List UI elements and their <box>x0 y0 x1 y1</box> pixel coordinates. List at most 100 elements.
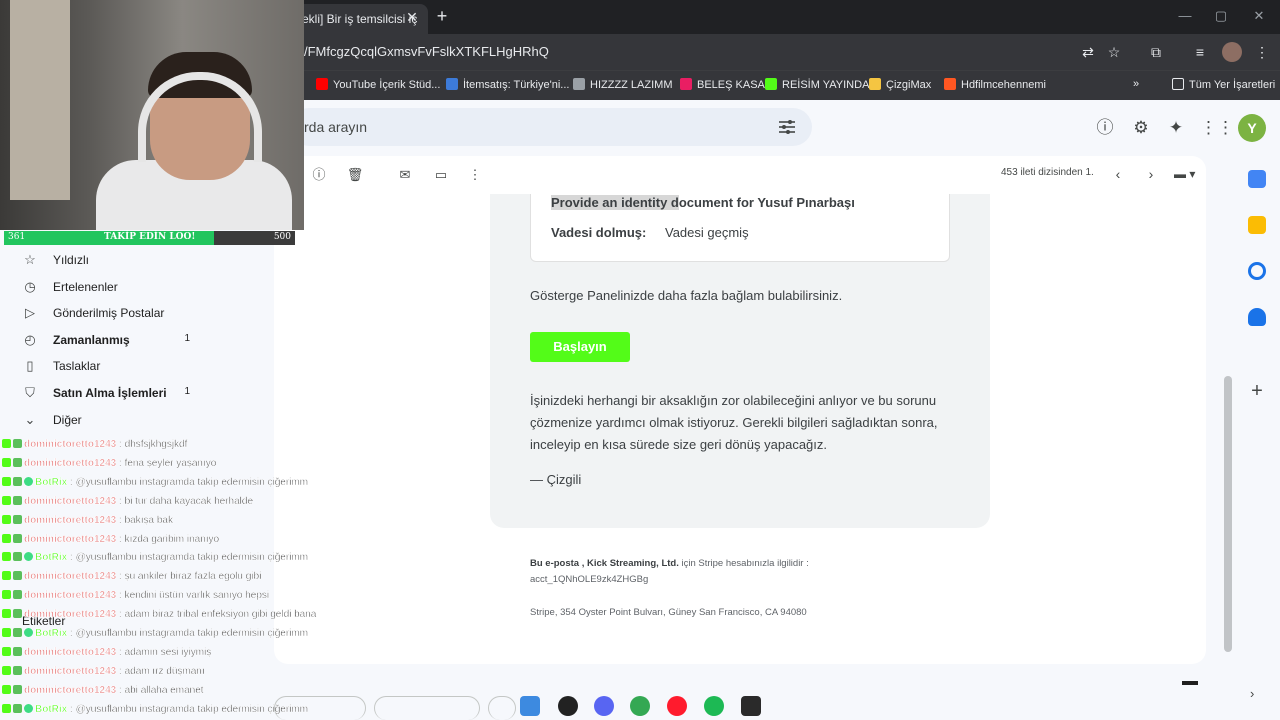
bottom-chip-1[interactable] <box>274 696 366 720</box>
chrome-icon[interactable] <box>630 696 650 716</box>
account-avatar[interactable]: Y <box>1238 114 1266 142</box>
sidebar-item[interactable]: ▯ Taslaklar <box>18 354 200 380</box>
due-label: Vadesi dolmuş: <box>551 225 647 240</box>
chat-text: : dhsfsjkhgsjkdf <box>119 439 188 450</box>
start-button[interactable]: Başlayın <box>530 332 630 362</box>
chat-text: : @yusuflambu instagramda takip edermisi… <box>70 552 309 564</box>
media-control-icon[interactable]: ≡ <box>1190 42 1210 62</box>
sidebar-item-label: Gönderilmiş Postalar <box>53 306 165 321</box>
bottom-chip-3[interactable] <box>488 696 516 720</box>
older-chevron-icon[interactable]: › <box>1143 165 1159 183</box>
webcam-overlay <box>0 0 304 230</box>
discord-icon[interactable] <box>594 696 614 716</box>
sidebar-item[interactable]: ◴ Zamanlanmış 1 <box>18 328 200 354</box>
sidebar-item-label: Yıldızlı <box>53 253 90 267</box>
chat-message: BotRix : @yusuflambu instagramda takip e… <box>2 552 308 566</box>
sidebar-item-count: 1 <box>184 332 190 344</box>
scrollbar[interactable] <box>1224 196 1232 652</box>
all-bookmarks-label: Tüm Yer İşaretleri <box>1189 79 1276 91</box>
bookmark-star-icon[interactable]: ☆ <box>1104 42 1124 62</box>
bookmark-item[interactable]: HIZZZZ LAZIMM <box>573 78 673 91</box>
minimize-icon[interactable]: — <box>1170 6 1200 26</box>
new-tab-icon[interactable]: + <box>432 6 452 26</box>
contacts-icon[interactable] <box>1248 308 1266 326</box>
add-addon-icon[interactable]: + <box>1248 381 1266 401</box>
task-title-highlight: Provide an identity d <box>551 195 679 210</box>
bookmark-item[interactable]: REİSİM YAYINDA <box>765 78 869 91</box>
opera-icon[interactable] <box>667 696 687 716</box>
chat-username: BotRix <box>35 628 68 640</box>
apps-grid-icon[interactable]: ⋮⋮ <box>1200 116 1234 140</box>
chat-message: BotRix : @yusuflambu instagramda takip e… <box>2 628 308 642</box>
windows-start-icon[interactable] <box>520 696 540 716</box>
search-options-icon[interactable] <box>776 116 798 138</box>
sidebar-item[interactable]: ▷ Gönderilmiş Postalar <box>18 301 200 327</box>
chat-text: : bakışa bak <box>119 514 173 526</box>
bookmarks-overflow-icon[interactable]: » <box>1133 78 1139 90</box>
search-bar[interactable]: rda arayın <box>290 108 812 146</box>
verified-bot-icon <box>24 628 33 637</box>
maximize-icon[interactable]: ▢ <box>1206 6 1236 26</box>
bookmark-favicon-icon <box>869 78 881 90</box>
more-options-icon[interactable]: ⋮ <box>466 166 484 184</box>
email-panel: ⓘ 🗑 ✉ ▭ ⋮ 453 ileti dizisinden 1. ‹ › ▬ … <box>274 156 1206 664</box>
profile-avatar[interactable] <box>1222 42 1242 62</box>
bookmark-item[interactable]: Hdfilmcehennemi <box>944 78 1046 91</box>
epic-games-icon[interactable] <box>741 696 761 716</box>
bookmark-item[interactable]: BELEŞ KASA <box>680 78 765 91</box>
chat-username: dominictoretto1243 <box>24 439 117 451</box>
move-to-icon[interactable]: ▭ <box>432 166 450 184</box>
bookmark-item[interactable]: İtemsatış: Türkiye'ni... <box>446 78 569 91</box>
sidebar-item[interactable]: ⛉ Satın Alma İşlemleri 1 <box>18 381 200 407</box>
kick-badge-icon <box>2 457 11 467</box>
chat-username: dominictoretto1243 <box>24 457 117 470</box>
chat-message: dominictoretto1243 : adam ırz düşmanı <box>2 665 205 680</box>
bookmark-item[interactable]: YouTube İçerik Stüd... <box>316 78 440 91</box>
subscriber-badge-icon <box>13 439 22 448</box>
report-spam-icon[interactable]: ⓘ <box>310 166 328 184</box>
sidebar-item[interactable]: ◷ Ertelenenler <box>18 275 200 301</box>
side-apps-panel: + <box>1236 156 1280 720</box>
chat-message: BotRix : @yusuflambu instagramda takip e… <box>2 476 308 491</box>
bottom-chip-2[interactable] <box>374 696 480 720</box>
follow-count: 361 <box>8 232 26 242</box>
extensions-icon[interactable]: ⧉ <box>1146 42 1166 62</box>
search-input[interactable]: rda arayın <box>304 119 367 135</box>
delete-icon[interactable]: 🗑 <box>346 166 364 184</box>
subscriber-badge-icon <box>13 552 22 562</box>
obs-icon[interactable] <box>558 696 578 716</box>
newer-chevron-icon[interactable]: ‹ <box>1110 165 1126 183</box>
webcam-door <box>10 0 70 200</box>
input-tools-icon[interactable]: ▬ ▾ <box>1174 167 1204 181</box>
window-close-icon[interactable]: ✕ <box>1244 6 1274 26</box>
footer-prefix: Bu e-posta , Kick Streaming, Ltd. <box>530 558 679 569</box>
bookmark-favicon-icon <box>765 78 777 90</box>
sidebar-item-label: Zamanlanmış <box>53 332 130 347</box>
tasks-icon[interactable] <box>1248 262 1266 280</box>
all-bookmarks-button[interactable]: Tüm Yer İşaretleri <box>1172 78 1275 91</box>
follow-goal: 500 <box>273 232 291 242</box>
help-icon[interactable]: ⓘ <box>1093 116 1117 140</box>
chat-text: : fena şeyler yaşanıyo <box>119 457 217 469</box>
gemini-sparkle-icon[interactable]: ✦ <box>1164 116 1188 140</box>
side-panel-toggle-icon[interactable]: › <box>1250 686 1264 702</box>
address-bar[interactable]: /FMfcgzQcqlGxmsvFvFslkXTKFLHgHRhQ <box>304 44 549 59</box>
sidebar-item-label: Satın Alma İşlemleri <box>53 386 167 400</box>
stream-chat-overlay: dominictoretto1243 : dhsfsjkhgsjkdf domin… <box>0 420 360 720</box>
chrome-menu-icon[interactable]: ⋮ <box>1252 42 1272 62</box>
calendar-icon[interactable] <box>1248 170 1266 188</box>
due-value: Vadesi geçmiş <box>665 225 749 240</box>
sidebar-item[interactable]: ☆ Yıldızlı <box>18 248 200 274</box>
chat-message: dominictoretto1243 : fena şeyler yaşanıy… <box>2 457 217 472</box>
bookmark-item[interactable]: ÇizgiMax <box>869 78 931 91</box>
translate-icon[interactable]: ⇄ <box>1078 42 1098 62</box>
subscriber-badge-icon <box>13 514 22 524</box>
tab-close-icon[interactable]: ✕ <box>403 8 421 26</box>
settings-gear-icon[interactable]: ⚙ <box>1129 116 1153 140</box>
chat-message: dominictoretto1243 : bakışa bak <box>2 514 173 529</box>
spotify-icon[interactable] <box>704 696 724 716</box>
keep-icon[interactable] <box>1248 216 1266 234</box>
subscriber-badge-icon <box>13 533 22 543</box>
scrollbar-thumb[interactable] <box>1224 376 1232 652</box>
mark-unread-icon[interactable]: ✉ <box>396 166 414 184</box>
